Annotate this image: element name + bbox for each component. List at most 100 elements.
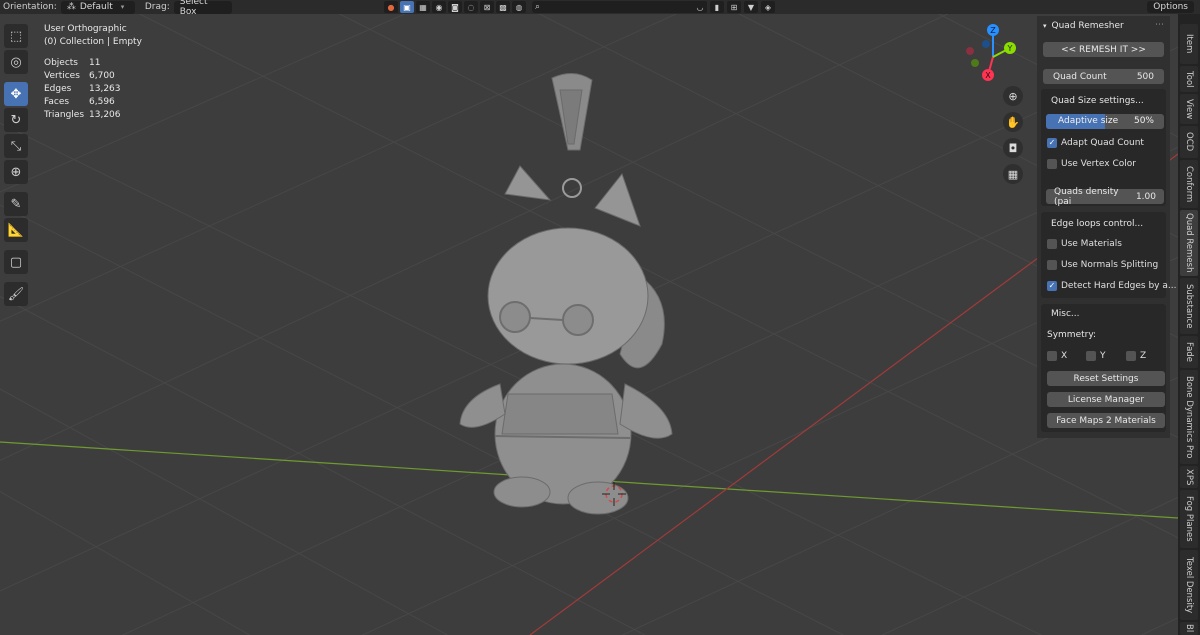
tab-quad-remesh[interactable]: Quad Remesh: [1180, 210, 1198, 276]
tab-item[interactable]: Item: [1180, 24, 1198, 64]
options-button[interactable]: Options: [1147, 1, 1194, 13]
detect-hard-edges-checkbox[interactable]: ✓ Detect Hard Edges by a...: [1047, 281, 1176, 291]
quad-count-value: 500: [1136, 71, 1154, 82]
tab-bone-dynamics-pro[interactable]: Bone Dynamics Pro: [1180, 370, 1198, 464]
measure-tool-icon[interactable]: 📐: [4, 218, 28, 242]
orientation-dropdown[interactable]: ⁂ Default ▾: [60, 0, 135, 14]
zoom-icon[interactable]: ⊕: [1003, 86, 1023, 106]
cursor-tool-icon[interactable]: ◎: [4, 50, 28, 74]
tab-label: Substance: [1184, 283, 1194, 329]
face-maps-label: Face Maps 2 Materials: [1056, 415, 1156, 426]
quad-size-title: Quad Size settings...: [1051, 96, 1144, 106]
brush-tool-icon[interactable]: 🖌: [4, 282, 28, 306]
quad-count-label: Quad Count: [1053, 71, 1107, 82]
use-materials-checkbox[interactable]: Use Materials: [1047, 239, 1122, 249]
checkbox-label: Use Vertex Color: [1061, 159, 1136, 169]
tab-xps[interactable]: XPS: [1180, 466, 1198, 488]
rotate-tool-icon[interactable]: ↻: [4, 108, 28, 132]
tab-texel-density[interactable]: Texel Density: [1180, 550, 1198, 620]
tab-label: Tool: [1184, 70, 1194, 88]
symmetry-x-checkbox[interactable]: X: [1047, 351, 1067, 361]
empty-icon[interactable]: ⊠: [480, 1, 494, 13]
light-icon[interactable]: ◉: [432, 1, 446, 13]
stat-value: 13,263: [89, 84, 121, 94]
transform-tool-icon[interactable]: ⊕: [4, 160, 28, 184]
camera-view-icon[interactable]: ◘: [1003, 138, 1023, 158]
color-picker-icon[interactable]: ●: [384, 1, 398, 13]
viewport-header: Orientation: ⁂ Default ▾ Drag: Select Bo…: [0, 0, 1200, 17]
tab-bl[interactable]: Bl: [1180, 622, 1198, 635]
face-maps-button[interactable]: Face Maps 2 Materials: [1047, 413, 1165, 428]
camera-icon[interactable]: ◙: [448, 1, 462, 13]
render-icon[interactable]: ▩: [496, 1, 510, 13]
license-manager-button[interactable]: License Manager: [1047, 392, 1165, 407]
scale-tool-icon[interactable]: ⤡: [4, 134, 28, 158]
gizmo-x: X: [985, 71, 991, 80]
checkbox-label: Adapt Quad Count: [1061, 138, 1144, 148]
checkbox-label: Y: [1100, 351, 1106, 361]
tab-tool[interactable]: Tool: [1180, 66, 1198, 92]
tab-view[interactable]: View: [1180, 94, 1198, 124]
quad-remesher-panel: ▾ Quad Remesher ⋯ << REMESH IT >> Quad C…: [1037, 16, 1176, 438]
tab-label: View: [1184, 98, 1194, 120]
tool-shelf: ⬚ ◎ ✥ ↻ ⤡ ⊕ ✎ 📐 ▢ 🖌: [4, 24, 28, 306]
use-normals-splitting-checkbox[interactable]: Use Normals Splitting: [1047, 260, 1158, 270]
adapt-quad-count-checkbox[interactable]: ✓ Adapt Quad Count: [1047, 138, 1144, 148]
tab-label: Fog Planes: [1184, 496, 1194, 542]
checkbox-label: X: [1061, 351, 1068, 361]
drag-dropdown[interactable]: Select Box: [173, 0, 232, 17]
select-tool-icon[interactable]: ⬚: [4, 24, 28, 48]
stat-value: 13,206: [89, 110, 121, 120]
globe-icon[interactable]: ◍: [512, 1, 526, 13]
symmetry-z-checkbox[interactable]: Z: [1126, 351, 1146, 361]
checkbox-unchecked-icon: [1126, 351, 1136, 361]
tab-substance[interactable]: Substance: [1180, 278, 1198, 334]
checkbox-label: Use Normals Splitting: [1061, 260, 1159, 270]
quads-density-field[interactable]: Quads density (pai 1.00: [1046, 186, 1164, 207]
stat-label: Triangles: [44, 110, 85, 120]
mesh-icon[interactable]: ▦: [416, 1, 430, 13]
pan-hand-icon[interactable]: ✋: [1003, 112, 1023, 132]
3d-viewport[interactable]: [0, 14, 1178, 635]
panel-title: Quad Remesher: [1051, 21, 1124, 31]
stat-label: Faces: [44, 97, 70, 107]
stat-row: Triangles 13,206: [44, 109, 121, 122]
adaptive-size-slider[interactable]: Adaptive size 50%: [1046, 114, 1164, 129]
navigation-gizmo[interactable]: Z X Y: [958, 22, 1028, 92]
grid-view-icon[interactable]: ▦: [1003, 164, 1023, 184]
edge-loops-title: Edge loops control...: [1051, 219, 1144, 229]
search-input[interactable]: ⌕: [532, 1, 707, 13]
tab-conform[interactable]: Conform: [1180, 160, 1198, 208]
tab-fog-planes[interactable]: Fog Planes: [1180, 490, 1198, 548]
scene-statistics: Objects 11 Vertices 6,700 Edges 13,263 Face…: [44, 57, 121, 122]
tab-ocd[interactable]: OCD: [1180, 126, 1198, 158]
move-tool-icon[interactable]: ✥: [4, 82, 28, 106]
checkbox-label: Detect Hard Edges by a...: [1061, 281, 1177, 291]
panel-header[interactable]: ▾ Quad Remesher ⋯: [1037, 16, 1170, 36]
checkbox-unchecked-icon: [1047, 260, 1057, 270]
drag-handle-icon[interactable]: ⋯: [1155, 20, 1164, 30]
bookmark-icon[interactable]: ▮: [710, 1, 724, 13]
remesh-button[interactable]: << REMESH IT >>: [1043, 42, 1164, 57]
add-cube-tool-icon[interactable]: ▢: [4, 250, 28, 274]
symmetry-y-checkbox[interactable]: Y: [1086, 351, 1106, 361]
gizmo-y: Y: [1007, 44, 1013, 53]
tab-fade[interactable]: Fade: [1180, 336, 1198, 368]
shield-icon[interactable]: ◈: [761, 1, 775, 13]
view-name: User Orthographic: [44, 24, 127, 34]
annotate-tool-icon[interactable]: ✎: [4, 192, 28, 216]
tab-label: Texel Density: [1184, 556, 1194, 614]
checkbox-label: Use Materials: [1061, 239, 1122, 249]
hierarchy-icon[interactable]: ⊞: [727, 1, 741, 13]
sidebar-tabs: Item Tool View OCD Conform Quad Remesh S…: [1178, 14, 1200, 635]
funnel-icon[interactable]: ▼: [744, 1, 758, 13]
curve-icon[interactable]: ◌: [464, 1, 478, 13]
stat-row: Edges 13,263: [44, 83, 121, 96]
quads-density-label: Quads density (pai: [1054, 186, 1119, 207]
quad-count-field[interactable]: Quad Count 500: [1043, 69, 1164, 84]
object-icon[interactable]: ▣: [400, 1, 414, 13]
reset-settings-button[interactable]: Reset Settings: [1047, 371, 1165, 386]
use-vertex-color-checkbox[interactable]: Use Vertex Color: [1047, 159, 1136, 169]
filter-icon[interactable]: ◡: [693, 1, 707, 13]
stat-value: 6,700: [89, 71, 115, 81]
